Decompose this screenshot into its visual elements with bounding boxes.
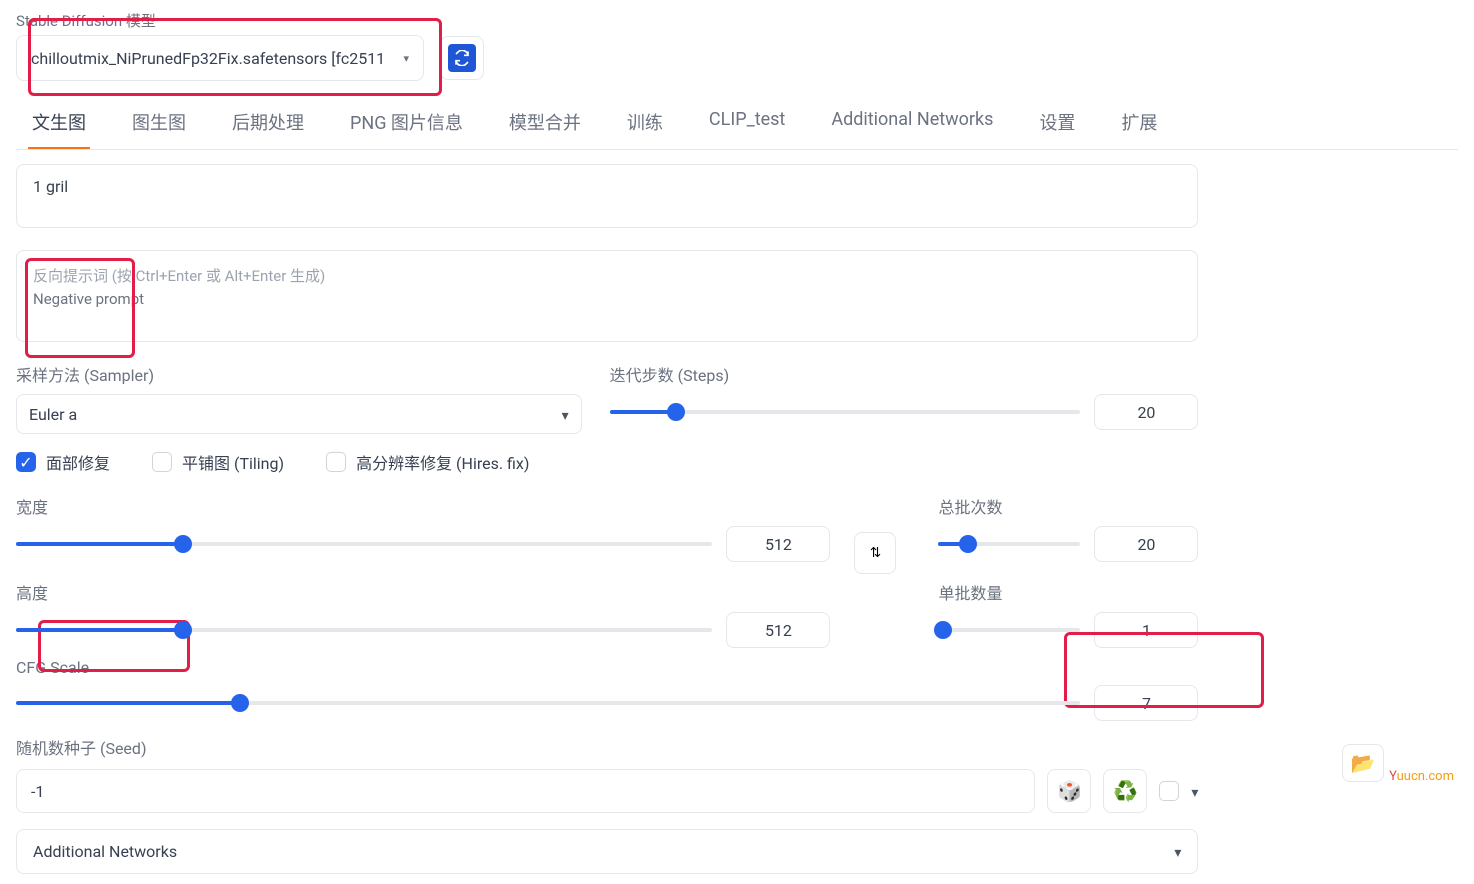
- folder-icon: 📂: [1351, 751, 1376, 775]
- dice-icon: 🎲: [1057, 779, 1082, 803]
- chevron-down-icon: [1174, 842, 1181, 861]
- width-label: 宽度: [16, 494, 830, 518]
- cfg-slider[interactable]: [16, 693, 1080, 713]
- hires-fix-checkbox[interactable]: 高分辨率修复 (Hires. fix): [326, 450, 529, 474]
- width-slider[interactable]: [16, 534, 712, 554]
- tab-0[interactable]: 文生图: [28, 99, 90, 149]
- cfg-label: CFG Scale: [16, 658, 1198, 677]
- additional-networks-accordion[interactable]: Additional Networks: [16, 829, 1198, 874]
- reuse-seed-button[interactable]: ♻️: [1103, 769, 1147, 813]
- height-slider[interactable]: [16, 620, 712, 640]
- batch-count-label: 总批次数: [938, 494, 1198, 518]
- batch-count-slider[interactable]: [938, 534, 1080, 554]
- seed-label: 随机数种子 (Seed): [16, 735, 1198, 759]
- tab-1[interactable]: 图生图: [128, 99, 190, 149]
- refresh-icon: [448, 44, 476, 72]
- width-input[interactable]: [726, 526, 830, 562]
- model-label: Stable Diffusion 模型: [16, 10, 1458, 31]
- height-input[interactable]: [726, 612, 830, 648]
- steps-input[interactable]: [1094, 394, 1198, 430]
- batch-size-label: 单批数量: [938, 580, 1198, 604]
- tiling-checkbox[interactable]: 平铺图 (Tiling): [152, 450, 284, 474]
- tab-6[interactable]: CLIP_test: [705, 99, 789, 149]
- face-restore-checkbox[interactable]: ✓ 面部修复: [16, 450, 110, 474]
- prompt-input[interactable]: [16, 164, 1198, 228]
- tab-9[interactable]: 扩展: [1117, 99, 1161, 149]
- extra-seed-checkbox[interactable]: [1159, 781, 1179, 801]
- open-folder-button[interactable]: 📂: [1342, 744, 1384, 782]
- swap-dimensions-button[interactable]: ⇅: [854, 532, 896, 574]
- steps-label: 迭代步数 (Steps): [610, 362, 1199, 386]
- cfg-input[interactable]: [1094, 685, 1198, 721]
- steps-slider[interactable]: [610, 402, 1081, 422]
- sampler-select[interactable]: Euler a: [16, 394, 582, 434]
- tab-3[interactable]: PNG 图片信息: [346, 99, 467, 149]
- model-select[interactable]: chilloutmix_NiPrunedFp32Fix.safetensors …: [16, 35, 424, 81]
- tab-8[interactable]: 设置: [1035, 99, 1079, 149]
- chevron-down-icon[interactable]: [1191, 782, 1198, 801]
- main-tabs: 文生图图生图后期处理 PNG 图片信息模型合并训练 CLIP_test Additio…: [16, 99, 1458, 150]
- tab-5[interactable]: 训练: [623, 99, 667, 149]
- swap-icon: ⇅: [870, 546, 881, 561]
- tab-2[interactable]: 后期处理: [228, 99, 308, 149]
- batch-size-input[interactable]: [1094, 612, 1198, 648]
- recycle-icon: ♻️: [1113, 779, 1138, 803]
- sampler-label: 采样方法 (Sampler): [16, 362, 582, 386]
- negative-prompt-input[interactable]: 反向提示词 (按 Ctrl+Enter 或 Alt+Enter 生成) Nega…: [16, 250, 1198, 342]
- check-icon: ✓: [16, 452, 36, 472]
- tab-7[interactable]: Additional Networks: [827, 99, 997, 149]
- random-seed-button[interactable]: 🎲: [1047, 769, 1091, 813]
- tab-4[interactable]: 模型合并: [505, 99, 585, 149]
- refresh-model-button[interactable]: [440, 36, 484, 80]
- batch-count-input[interactable]: [1094, 526, 1198, 562]
- seed-input[interactable]: [16, 769, 1035, 813]
- batch-size-slider[interactable]: [938, 620, 1080, 640]
- chevron-down-icon: ▾: [403, 52, 409, 65]
- height-label: 高度: [16, 580, 830, 604]
- chevron-down-icon: [562, 405, 569, 424]
- watermark: Yuucn.com: [1389, 769, 1454, 784]
